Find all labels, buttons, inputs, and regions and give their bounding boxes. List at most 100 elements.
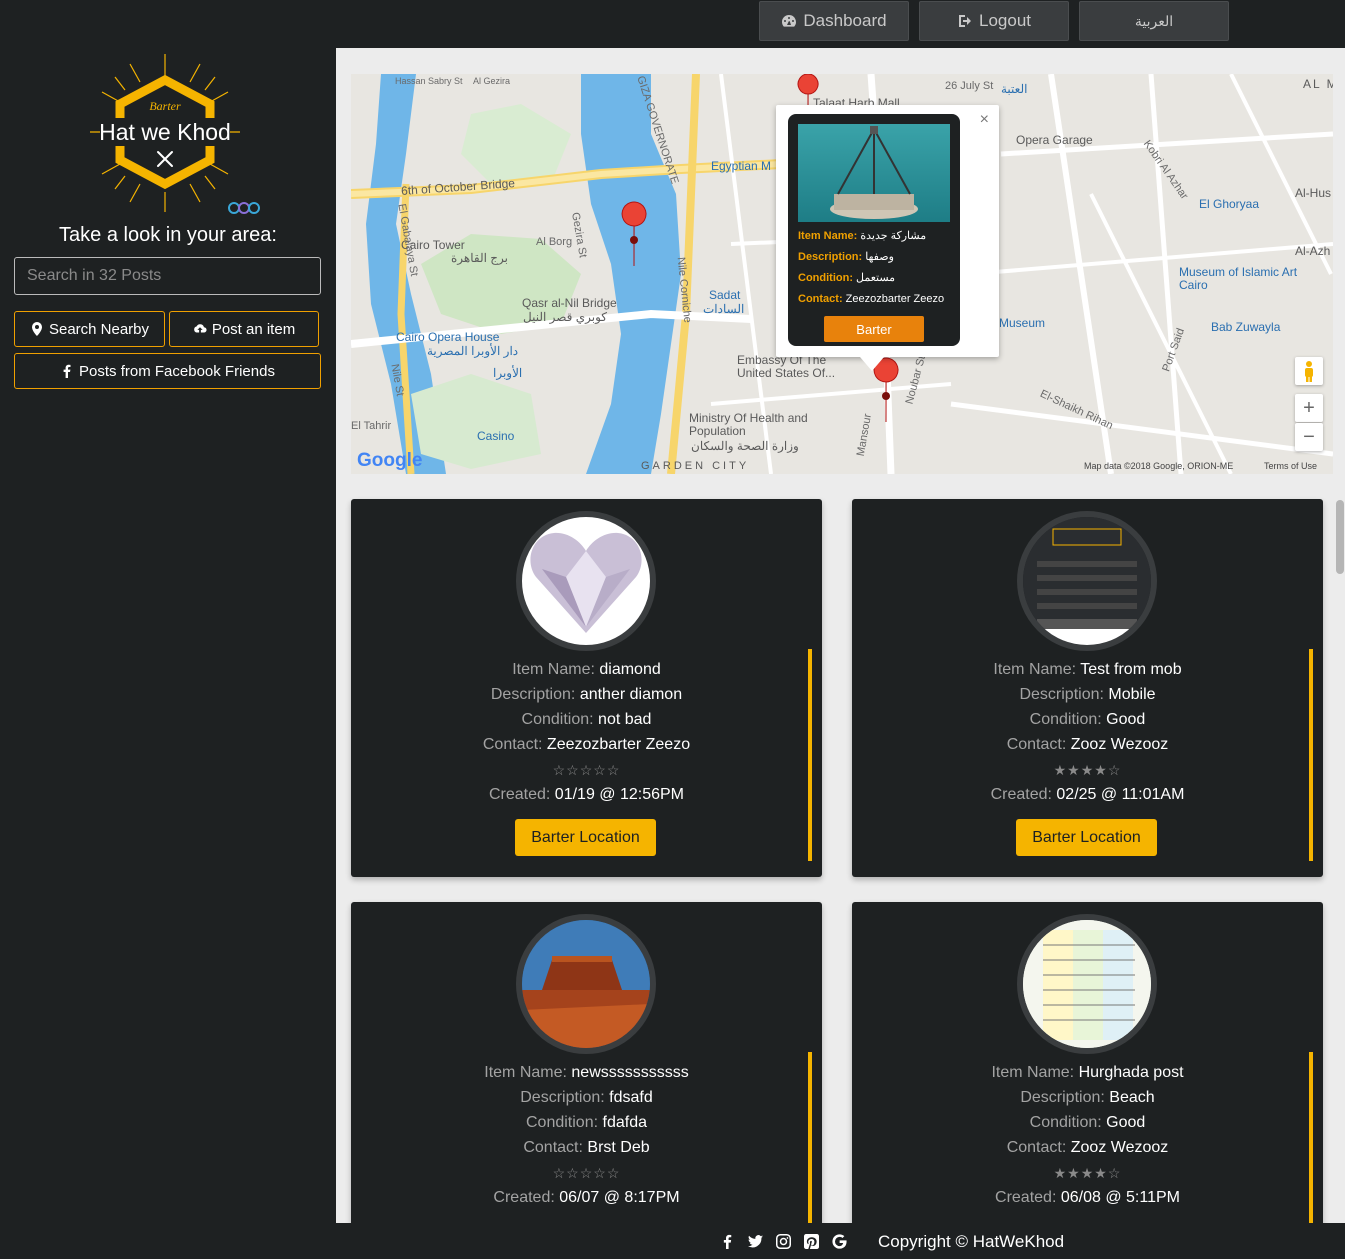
logout-button[interactable]: Logout bbox=[919, 1, 1069, 41]
post-item-label: Post an item bbox=[211, 320, 296, 338]
post-description: Description: anther diamon bbox=[490, 686, 683, 703]
map-view[interactable]: Cairo Tower برج القاهرة 6th of October B… bbox=[351, 74, 1333, 474]
instagram-icon[interactable] bbox=[776, 1234, 791, 1249]
search-input[interactable] bbox=[14, 257, 321, 295]
post-image[interactable] bbox=[516, 914, 656, 1054]
post-created: Created: 06/08 @ 5:11PM bbox=[995, 1189, 1180, 1206]
barter-location-button[interactable]: Barter Location bbox=[515, 819, 656, 856]
map-label-egyptian: Egyptian M bbox=[711, 159, 772, 173]
post-item-name: Item Name: diamond bbox=[512, 661, 661, 678]
logo-small-text: Barter bbox=[149, 99, 181, 113]
map-label-opera-ar: دار الأوبرا المصرية bbox=[427, 344, 519, 358]
close-icon[interactable]: × bbox=[980, 111, 989, 129]
zoom-in-button[interactable]: + bbox=[1295, 394, 1323, 422]
post-condition: Condition: not bad bbox=[521, 711, 652, 728]
map-label-opera-station: الأوبرا bbox=[493, 366, 523, 380]
post-contact: Contact: Brst Deb bbox=[523, 1139, 650, 1156]
info-item-contact: Contact: Zeezozbarter Zeezo bbox=[798, 293, 945, 305]
facebook-icon bbox=[63, 364, 71, 378]
post-item-name: Item Name: Test from mob bbox=[993, 661, 1182, 678]
post-rating: ★★★★☆ bbox=[1053, 1165, 1122, 1181]
logout-label: Logout bbox=[979, 11, 1031, 30]
map-label-bab-zuwayla: Bab Zuwayla bbox=[1211, 320, 1281, 334]
posts-scrollbar[interactable] bbox=[1333, 498, 1345, 1198]
copyright-text: Copyright © HatWeKhod bbox=[878, 1232, 1065, 1251]
post-card: Item Name: Hurghada post Description: Be… bbox=[852, 902, 1323, 1223]
post-condition: Condition: Good bbox=[1029, 711, 1146, 728]
post-image[interactable] bbox=[516, 511, 656, 651]
twitter-icon[interactable] bbox=[748, 1234, 763, 1249]
zoom-out-button[interactable]: − bbox=[1295, 423, 1323, 451]
post-created: Created: 01/19 @ 12:56PM bbox=[488, 786, 685, 803]
map-terms-link[interactable]: Terms of Use bbox=[1264, 461, 1317, 471]
brand-logo[interactable]: Barter Hat we Khod bbox=[80, 52, 270, 222]
info-item-photo bbox=[798, 124, 950, 222]
post-image[interactable] bbox=[1017, 511, 1157, 651]
map-data-credit: Map data ©2018 Google, ORION-ME bbox=[1084, 461, 1234, 471]
info-window-content: Item Name: مشاركة جديدة Description: وصف… bbox=[788, 114, 960, 346]
map-label-sadat-ar: السادات bbox=[703, 302, 745, 316]
social-icons bbox=[720, 1234, 847, 1249]
post-contact: Contact: Zeezozbarter Zeezo bbox=[482, 736, 691, 753]
logout-icon bbox=[959, 15, 971, 27]
post-condition: Condition: Good bbox=[1029, 1114, 1146, 1131]
map-label-al-hus: Al-Hus bbox=[1295, 186, 1332, 200]
post-image[interactable] bbox=[1017, 914, 1157, 1054]
map-label-al-m: AL M bbox=[1303, 77, 1333, 91]
facebook-icon[interactable] bbox=[720, 1234, 735, 1249]
map-label-ministry-ar: وزارة الصحة والسكان bbox=[691, 439, 799, 453]
info-item-description: Description: وصفها bbox=[798, 251, 894, 263]
post-description: Description: fdsafd bbox=[520, 1089, 653, 1106]
map-label-sadat: Sadat bbox=[709, 288, 741, 302]
map-info-window: × Item Name: مشاركة جديدة Description: و… bbox=[776, 105, 999, 371]
map-label-opera-garage: Opera Garage bbox=[1016, 133, 1093, 147]
scrollbar-thumb[interactable] bbox=[1336, 500, 1344, 574]
map-label-garden-city: GARDEN CITY bbox=[641, 460, 750, 472]
map-label-museum: Museum bbox=[999, 316, 1046, 330]
map-label-qasr: Qasr al-Nil Bridge bbox=[522, 296, 617, 310]
post-description: Description: Mobile bbox=[1019, 686, 1156, 703]
card-accent-bar bbox=[808, 1052, 812, 1223]
pegman-icon bbox=[1305, 361, 1313, 382]
map-label-opera: Cairo Opera House bbox=[396, 330, 500, 344]
post-card: Item Name: diamond Description: anther d… bbox=[351, 499, 822, 877]
google-icon[interactable] bbox=[832, 1234, 847, 1249]
facebook-friends-button[interactable]: Posts from Facebook Friends bbox=[14, 353, 321, 389]
facebook-friends-label: Posts from Facebook Friends bbox=[79, 362, 275, 380]
map-label-al-borg: Al Borg bbox=[536, 236, 573, 248]
map-label-el-ghoryaa: El Ghoryaa bbox=[1199, 197, 1260, 211]
cloud-upload-icon bbox=[193, 324, 207, 333]
map-label-cairo-tower-ar: برج القاهرة bbox=[451, 251, 508, 265]
map-label-ministry: Ministry Of Health and Population bbox=[689, 411, 808, 438]
search-nearby-button[interactable]: Search Nearby bbox=[14, 311, 165, 347]
dashboard-button[interactable]: Dashboard bbox=[759, 1, 909, 41]
map-label-qasr-ar: كوبري قصر النيل bbox=[523, 310, 608, 324]
pinterest-icon[interactable] bbox=[804, 1234, 819, 1249]
post-rating: ☆☆☆☆☆ bbox=[552, 762, 621, 778]
post-item-button[interactable]: Post an item bbox=[169, 311, 319, 347]
language-label: العربية bbox=[1134, 12, 1174, 29]
info-barter-button[interactable]: Barter bbox=[824, 316, 924, 342]
barter-location-button[interactable]: Barter Location bbox=[1016, 819, 1157, 856]
map-marker-icon bbox=[31, 322, 42, 336]
street-view-pegman[interactable] bbox=[1295, 357, 1323, 385]
post-contact: Contact: Zooz Wezooz bbox=[1006, 1139, 1169, 1156]
post-condition: Condition: fdafda bbox=[526, 1114, 647, 1131]
map-label-el-tahrir: El Tahrir bbox=[351, 420, 392, 432]
language-button[interactable]: العربية bbox=[1079, 1, 1229, 41]
info-item-name: Item Name: مشاركة جديدة bbox=[798, 230, 927, 242]
post-contact: Contact: Zooz Wezooz bbox=[1006, 736, 1169, 753]
post-description: Description: Beach bbox=[1020, 1089, 1155, 1106]
card-accent-bar bbox=[1309, 1052, 1313, 1223]
main-content: Cairo Tower برج القاهرة 6th of October B… bbox=[336, 48, 1345, 1223]
card-accent-bar bbox=[1309, 649, 1313, 861]
sidebar-tagline: Take a look in your area: bbox=[59, 224, 277, 246]
footer: Copyright © HatWeKhod bbox=[336, 1223, 1345, 1259]
post-created: Created: 06/07 @ 8:17PM bbox=[493, 1189, 680, 1206]
post-rating: ☆☆☆☆☆ bbox=[552, 1165, 621, 1181]
top-bar: Dashboard Logout العربية bbox=[0, 0, 1345, 48]
map-label-casino: Casino bbox=[477, 429, 515, 443]
sidebar: Barter Hat we Khod Take a look in your a… bbox=[0, 48, 336, 1223]
map-label-museum-islamic: Museum of Islamic Art Cairo bbox=[1179, 265, 1298, 292]
info-item-condition: Condition: مستعمل bbox=[798, 272, 896, 284]
